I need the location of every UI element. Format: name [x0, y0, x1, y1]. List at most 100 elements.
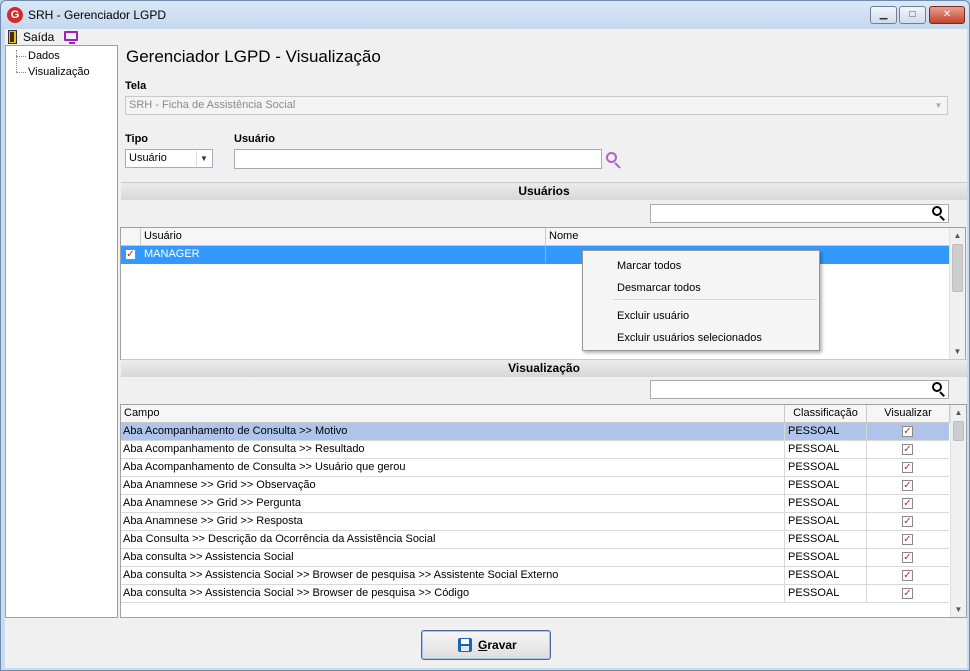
- cell-classificacao: PESSOAL: [785, 513, 867, 530]
- title-bar[interactable]: G SRH - Gerenciador LGPD ▁ □ ✕: [1, 1, 969, 29]
- column-header-classificacao[interactable]: Classificação: [785, 405, 867, 423]
- row-checkbox[interactable]: ✓: [125, 249, 136, 260]
- window-title: SRH - Gerenciador LGPD: [28, 8, 167, 22]
- cell-campo: Aba Anamnese >> Grid >> Observação: [121, 477, 785, 494]
- usuarios-grid: Usuário Nome ✓ MANAGER ▲ ▼: [120, 227, 966, 360]
- cell-classificacao: PESSOAL: [785, 549, 867, 566]
- save-disk-icon: [458, 638, 472, 652]
- menu-separator: [613, 299, 817, 300]
- cell-usuario: MANAGER: [141, 246, 546, 263]
- visualizar-checkbox[interactable]: ✓: [902, 444, 913, 455]
- cell-campo: Aba consulta >> Assistencia Social: [121, 549, 785, 566]
- tree-connector: [16, 72, 26, 73]
- cell-visualizar: ✓: [867, 513, 949, 530]
- tree-item-visualizacao[interactable]: Visualização: [28, 66, 90, 78]
- search-icon[interactable]: [932, 382, 948, 398]
- usuario-label: Usuário: [234, 133, 275, 145]
- menu-bar: Saída: [5, 29, 967, 45]
- search-user-icon[interactable]: [606, 152, 622, 169]
- visualizar-checkbox[interactable]: ✓: [902, 426, 913, 437]
- column-header-usuario[interactable]: Usuário: [141, 228, 546, 246]
- table-row[interactable]: ✓ MANAGER: [121, 246, 949, 264]
- visualizacao-search-input[interactable]: [650, 380, 949, 399]
- scroll-thumb[interactable]: [952, 244, 963, 292]
- monitor-icon[interactable]: [64, 31, 78, 44]
- door-exit-icon[interactable]: [8, 30, 17, 44]
- column-header-visualizar[interactable]: Visualizar: [867, 405, 950, 423]
- gravar-label: Gravar: [478, 638, 517, 652]
- cell-campo: Aba Anamnese >> Grid >> Resposta: [121, 513, 785, 530]
- tree-item-dados[interactable]: Dados: [28, 50, 60, 62]
- table-row[interactable]: Aba Acompanhamento de Consulta >> Result…: [121, 441, 949, 459]
- cell-visualizar: ✓: [867, 531, 949, 548]
- search-handle: [939, 391, 945, 397]
- menu-item-desmarcar-todos[interactable]: Desmarcar todos: [617, 282, 701, 294]
- scroll-down-icon[interactable]: ▼: [950, 344, 965, 359]
- search-handle: [939, 215, 945, 221]
- visualizacao-section-header: Visualização: [121, 359, 967, 377]
- cell-campo: Aba Acompanhamento de Consulta >> Result…: [121, 441, 785, 458]
- cell-classificacao: PESSOAL: [785, 459, 867, 476]
- cell-classificacao: PESSOAL: [785, 567, 867, 584]
- column-header-campo[interactable]: Campo: [121, 405, 785, 423]
- menu-item-excluir-selecionados[interactable]: Excluir usuários selecionados: [617, 332, 762, 344]
- cell-classificacao: PESSOAL: [785, 441, 867, 458]
- usuario-input[interactable]: [234, 149, 602, 169]
- cell-classificacao: PESSOAL: [785, 477, 867, 494]
- cell-visualizar: ✓: [867, 549, 949, 566]
- table-row[interactable]: Aba Anamnese >> Grid >> Observação PESSO…: [121, 477, 949, 495]
- search-icon[interactable]: [932, 206, 948, 222]
- context-menu: Marcar todos Desmarcar todos Excluir usu…: [582, 250, 820, 351]
- table-row[interactable]: Aba consulta >> Assistencia Social PESSO…: [121, 549, 949, 567]
- tela-label: Tela: [125, 80, 147, 92]
- scroll-down-icon[interactable]: ▼: [951, 602, 966, 617]
- minimize-button[interactable]: ▁: [870, 6, 897, 24]
- cell-visualizar: ✓: [867, 567, 949, 584]
- page-title: Gerenciador LGPD - Visualização: [126, 47, 381, 66]
- usuarios-scrollbar[interactable]: ▲ ▼: [949, 228, 965, 359]
- menu-item-excluir-usuario[interactable]: Excluir usuário: [617, 310, 689, 322]
- visualizar-checkbox[interactable]: ✓: [902, 552, 913, 563]
- cell-visualizar: ✓: [867, 441, 949, 458]
- cell-classificacao: PESSOAL: [785, 495, 867, 512]
- cell-visualizar: ✓: [867, 423, 949, 440]
- table-row[interactable]: Aba Consulta >> Descrição da Ocorrência …: [121, 531, 949, 549]
- table-row[interactable]: Aba consulta >> Assistencia Social >> Br…: [121, 567, 949, 585]
- table-row[interactable]: Aba Anamnese >> Grid >> Resposta PESSOAL…: [121, 513, 949, 531]
- menu-item-saida[interactable]: Saída: [23, 30, 54, 44]
- usuarios-search-input[interactable]: [650, 204, 949, 223]
- tipo-value: Usuário: [129, 152, 167, 164]
- menu-item-marcar-todos[interactable]: Marcar todos: [617, 260, 681, 272]
- visualizar-checkbox[interactable]: ✓: [902, 498, 913, 509]
- app-window: G SRH - Gerenciador LGPD ▁ □ ✕ Saída Dad…: [0, 0, 970, 671]
- gravar-button[interactable]: Gravar: [421, 630, 551, 660]
- tela-value: SRH - Ficha de Assistência Social: [129, 99, 296, 111]
- close-button[interactable]: ✕: [929, 6, 965, 24]
- tela-select[interactable]: SRH - Ficha de Assistência Social ▼: [125, 96, 948, 115]
- visualizar-checkbox[interactable]: ✓: [902, 588, 913, 599]
- column-header-nome[interactable]: Nome: [546, 228, 951, 246]
- cell-visualizar: ✓: [867, 459, 949, 476]
- table-row[interactable]: Aba consulta >> Assistencia Social >> Br…: [121, 585, 949, 603]
- tipo-select[interactable]: Usuário ▼: [125, 149, 213, 168]
- scroll-up-icon[interactable]: ▲: [951, 405, 966, 420]
- select-column-header: [121, 228, 141, 246]
- usuarios-section-header: Usuários: [121, 182, 967, 200]
- client-area: Saída Dados Visualização Gerenciador LGP…: [5, 29, 967, 668]
- scroll-up-icon[interactable]: ▲: [950, 228, 965, 243]
- visualizar-checkbox[interactable]: ✓: [902, 534, 913, 545]
- visualizar-checkbox[interactable]: ✓: [902, 462, 913, 473]
- search-handle: [614, 162, 621, 169]
- visualizar-checkbox[interactable]: ✓: [902, 516, 913, 527]
- table-row[interactable]: Aba Acompanhamento de Consulta >> Motivo…: [121, 423, 949, 441]
- visualizar-checkbox[interactable]: ✓: [902, 570, 913, 581]
- visualizacao-scrollbar[interactable]: ▲ ▼: [950, 405, 966, 617]
- maximize-button[interactable]: □: [899, 6, 926, 24]
- table-row[interactable]: Aba Anamnese >> Grid >> Pergunta PESSOAL…: [121, 495, 949, 513]
- visualizacao-grid: Campo Classificação Visualizar Aba Acomp…: [120, 404, 967, 618]
- cell-campo: Aba consulta >> Assistencia Social >> Br…: [121, 585, 785, 602]
- scroll-thumb[interactable]: [953, 421, 964, 441]
- cell-classificacao: PESSOAL: [785, 423, 867, 440]
- visualizar-checkbox[interactable]: ✓: [902, 480, 913, 491]
- table-row[interactable]: Aba Acompanhamento de Consulta >> Usuári…: [121, 459, 949, 477]
